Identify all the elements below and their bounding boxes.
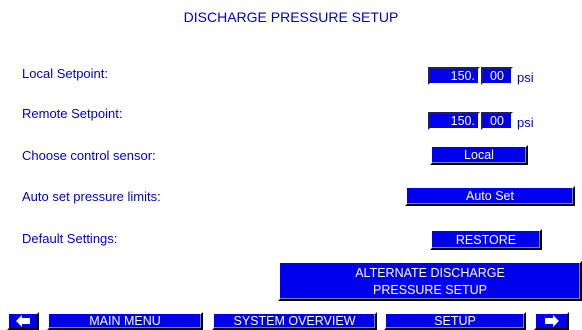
control-sensor-button[interactable]: Local — [430, 145, 528, 165]
local-setpoint-decimal-field[interactable]: 00 — [481, 67, 513, 85]
remote-setpoint-unit: psi — [517, 115, 534, 130]
alternate-button-line2: PRESSURE SETUP — [373, 282, 487, 297]
system-overview-button[interactable]: SYSTEM OVERVIEW — [212, 312, 377, 330]
next-screen-button[interactable] — [534, 312, 569, 330]
setup-button[interactable]: SETUP — [384, 312, 526, 330]
alternate-button-line1: ALTERNATE DISCHARGE — [355, 265, 505, 280]
remote-setpoint-whole-field[interactable]: 150. — [428, 112, 480, 130]
auto-limits-label: Auto set pressure limits: — [22, 189, 161, 204]
alternate-discharge-setup-button[interactable]: ALTERNATE DISCHARGE PRESSURE SETUP — [278, 261, 582, 301]
prev-screen-button[interactable] — [7, 312, 39, 330]
main-menu-button[interactable]: MAIN MENU — [47, 312, 203, 330]
local-setpoint-unit: psi — [517, 70, 534, 85]
auto-set-button[interactable]: Auto Set — [405, 186, 575, 206]
restore-button[interactable]: RESTORE — [430, 229, 542, 250]
local-setpoint-label: Local Setpoint: — [22, 66, 109, 81]
control-sensor-label: Choose control sensor: — [22, 148, 156, 163]
remote-setpoint-decimal-field[interactable]: 00 — [481, 112, 513, 130]
default-settings-label: Default Settings: — [22, 231, 118, 246]
arrow-left-icon — [16, 315, 30, 327]
arrow-right-icon — [544, 315, 559, 327]
page-title: DISCHARGE PRESSURE SETUP — [183, 9, 399, 25]
local-setpoint-whole-field[interactable]: 150. — [428, 67, 480, 85]
remote-setpoint-label: Remote Setpoint: — [22, 106, 123, 121]
